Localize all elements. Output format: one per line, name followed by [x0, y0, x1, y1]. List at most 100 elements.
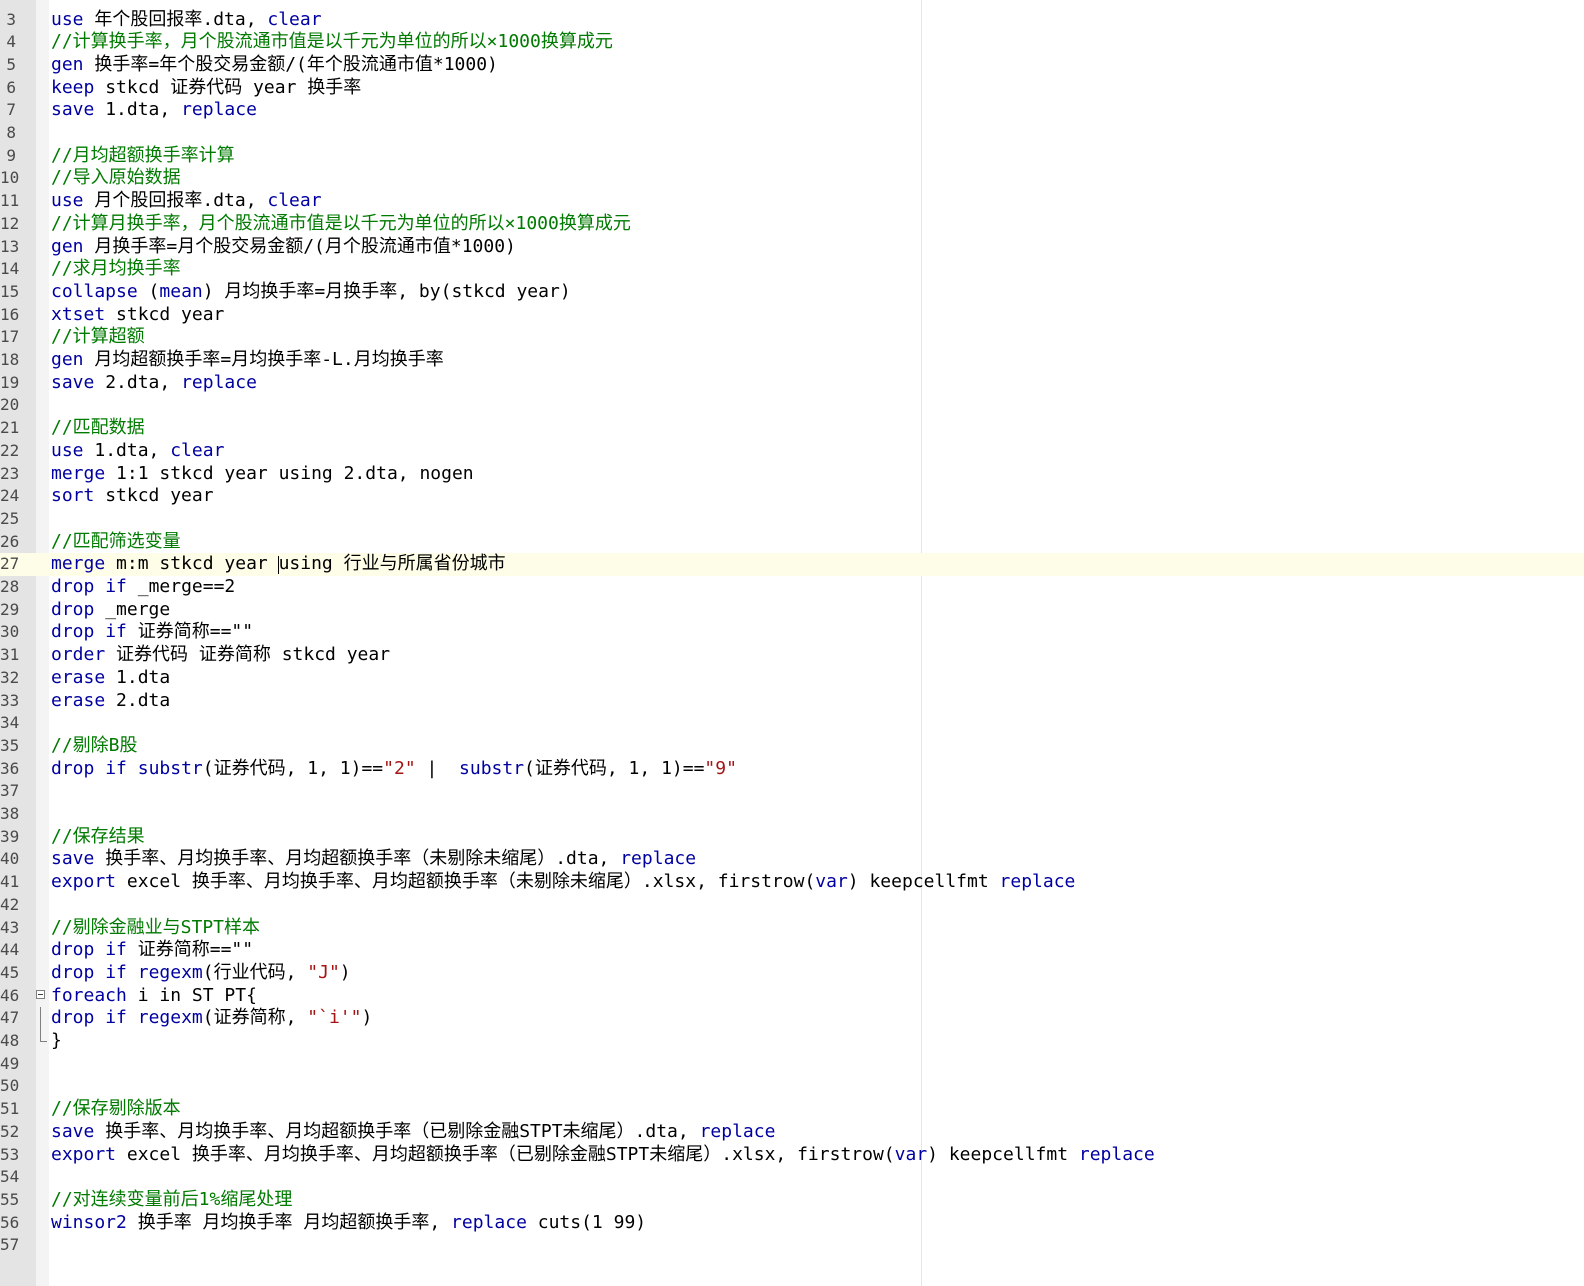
code-text[interactable]: foreach i in ST PT{ — [51, 985, 257, 1008]
code-line[interactable]: 32 erase 1.dta — [0, 667, 1584, 690]
code-text[interactable]: keep stkcd 证券代码 year 换手率 — [51, 77, 361, 100]
code-editor[interactable]: 3 use 年个股回报率.dta, clear 4 //计算换手率，月个股流通市值是以… — [0, 0, 1584, 1286]
code-line[interactable]: 11 use 月个股回报率.dta, clear — [0, 190, 1584, 213]
code-line[interactable]: 6 keep stkcd 证券代码 year 换手率 — [0, 77, 1584, 100]
code-line[interactable]: 31 order 证券代码 证券简称 stkcd year — [0, 644, 1584, 667]
code-text[interactable]: gen 月换手率=月个股交易金额/(月个股流通市值*1000) — [51, 236, 516, 259]
code-line[interactable]: 19 save 2.dta, replace — [0, 372, 1584, 395]
code-line[interactable]: 22 use 1.dta, clear — [0, 440, 1584, 463]
code-text[interactable]: drop if _merge==2 — [51, 576, 235, 599]
code-line[interactable]: 28 drop if _merge==2 — [0, 576, 1584, 599]
code-line[interactable]: 33 erase 2.dta — [0, 690, 1584, 713]
code-text[interactable]: //对连续变量前后1%缩尾处理 — [51, 1189, 292, 1212]
code-line[interactable]: 50 — [0, 1075, 1584, 1098]
code-line[interactable]: 26 //匹配筛选变量 — [0, 531, 1584, 554]
code-line[interactable]: 34 — [0, 712, 1584, 735]
code-line[interactable]: 4 //计算换手率，月个股流通市值是以千元为单位的所以×1000换算成元 — [0, 31, 1584, 54]
code-text[interactable]: export excel 换手率、月均换手率、月均超额换手率（已剔除金融STPT… — [51, 1144, 1155, 1167]
code-text[interactable]: use 年个股回报率.dta, clear — [51, 9, 322, 32]
code-text[interactable]: //月均超额换手率计算 — [51, 145, 235, 168]
code-text[interactable]: save 1.dta, replace — [51, 99, 257, 122]
code-text[interactable]: //求月均换手率 — [51, 258, 181, 281]
code-text[interactable]: winsor2 换手率 月均换手率 月均超额换手率, replace cuts(… — [51, 1212, 646, 1235]
code-text[interactable]: drop if 证券简称=="" — [51, 939, 253, 962]
code-line[interactable]: 25 — [0, 508, 1584, 531]
code-text[interactable]: drop if regexm(证券简称, "`i'") — [51, 1007, 372, 1030]
code-line[interactable]: 13 gen 月换手率=月个股交易金额/(月个股流通市值*1000) — [0, 236, 1584, 259]
code-line[interactable]: 18 gen 月均超额换手率=月均换手率-L.月均换手率 — [0, 349, 1584, 372]
code-line[interactable]: 3 use 年个股回报率.dta, clear — [0, 9, 1584, 32]
code-text[interactable]: //保存结果 — [51, 826, 145, 849]
code-line[interactable]: 37 — [0, 780, 1584, 803]
code-text[interactable]: xtset stkcd year — [51, 304, 224, 327]
code-text[interactable]: drop if substr(证券代码, 1, 1)=="2" | substr… — [51, 758, 737, 781]
code-line[interactable]: 17 //计算超额 — [0, 326, 1584, 349]
code-text[interactable]: //保存剔除版本 — [51, 1098, 181, 1121]
code-line[interactable]: 7 save 1.dta, replace — [0, 99, 1584, 122]
code-line[interactable]: 8 — [0, 122, 1584, 145]
code-line[interactable]: 40 save 换手率、月均换手率、月均超额换手率（未剔除未缩尾）.dta, re… — [0, 848, 1584, 871]
code-line[interactable]: 30 drop if 证券简称=="" — [0, 621, 1584, 644]
code-line[interactable]: 35 //剔除B股 — [0, 735, 1584, 758]
code-line[interactable]: 57 — [0, 1234, 1584, 1257]
code-text[interactable]: gen 月均超额换手率=月均换手率-L.月均换手率 — [51, 349, 444, 372]
code-text[interactable]: } — [51, 1030, 62, 1053]
code-line[interactable]: 52 save 换手率、月均换手率、月均超额换手率（已剔除金融STPT未缩尾）.d… — [0, 1121, 1584, 1144]
code-line[interactable]: 29 drop _merge — [0, 599, 1584, 622]
code-line[interactable]: 10 //导入原始数据 — [0, 167, 1584, 190]
code-line[interactable]: 55 //对连续变量前后1%缩尾处理 — [0, 1189, 1584, 1212]
code-line[interactable]: 45 drop if regexm(行业代码, "J") — [0, 962, 1584, 985]
code-text[interactable]: //计算月换手率，月个股流通市值是以千元为单位的所以×1000换算成元 — [51, 213, 631, 236]
code-line[interactable]: 36 drop if substr(证券代码, 1, 1)=="2" | subs… — [0, 758, 1584, 781]
code-line[interactable]: 16 xtset stkcd year — [0, 304, 1584, 327]
code-line[interactable]: 20 — [0, 394, 1584, 417]
code-text[interactable]: gen 换手率=年个股交易金额/(年个股流通市值*1000) — [51, 54, 498, 77]
code-line[interactable]: 27 merge m:m stkcd year using 行业与所属省份城市 — [0, 553, 1584, 576]
code-line[interactable]: 51 //保存剔除版本 — [0, 1098, 1584, 1121]
code-text[interactable]: collapse (mean) 月均换手率=月换手率, by(stkcd yea… — [51, 281, 571, 304]
code-text[interactable]: //剔除金融业与STPT样本 — [51, 917, 260, 940]
code-text[interactable]: //匹配筛选变量 — [51, 531, 181, 554]
code-text[interactable]: order 证券代码 证券简称 stkcd year — [51, 644, 390, 667]
code-text[interactable]: erase 1.dta — [51, 667, 170, 690]
code-line[interactable]: 46 foreach i in ST PT{ — [0, 985, 1584, 1008]
code-line[interactable]: 42 — [0, 894, 1584, 917]
code-text[interactable]: merge 1:1 stkcd year using 2.dta, nogen — [51, 463, 474, 486]
code-text[interactable]: use 月个股回报率.dta, clear — [51, 190, 322, 213]
code-line[interactable]: 48} — [0, 1030, 1584, 1053]
code-text[interactable]: save 换手率、月均换手率、月均超额换手率（未剔除未缩尾）.dta, repl… — [51, 848, 696, 871]
code-text[interactable]: drop if regexm(行业代码, "J") — [51, 962, 351, 985]
code-text[interactable]: drop if 证券简称=="" — [51, 621, 253, 644]
code-line[interactable]: 21 //匹配数据 — [0, 417, 1584, 440]
code-text[interactable]: //计算换手率，月个股流通市值是以千元为单位的所以×1000换算成元 — [51, 31, 613, 54]
code-text[interactable]: //匹配数据 — [51, 417, 145, 440]
code-line[interactable]: 5 gen 换手率=年个股交易金额/(年个股流通市值*1000) — [0, 54, 1584, 77]
code-line[interactable]: 47 drop if regexm(证券简称, "`i'") — [0, 1007, 1584, 1030]
code-text[interactable]: save 换手率、月均换手率、月均超额换手率（已剔除金融STPT未缩尾）.dta… — [51, 1121, 775, 1144]
code-line[interactable]: 49 — [0, 1053, 1584, 1076]
code-text[interactable]: drop _merge — [51, 599, 170, 622]
code-line[interactable]: 44 drop if 证券简称=="" — [0, 939, 1584, 962]
code-line[interactable]: 9 //月均超额换手率计算 — [0, 145, 1584, 168]
code-line[interactable]: 56 winsor2 换手率 月均换手率 月均超额换手率, replace cut… — [0, 1212, 1584, 1235]
code-text[interactable]: sort stkcd year — [51, 485, 214, 508]
code-line[interactable]: 23 merge 1:1 stkcd year using 2.dta, noge… — [0, 463, 1584, 486]
code-line[interactable]: 43 //剔除金融业与STPT样本 — [0, 917, 1584, 940]
code-line[interactable]: 24 sort stkcd year — [0, 485, 1584, 508]
code-line[interactable]: 39 //保存结果 — [0, 826, 1584, 849]
code-text[interactable]: erase 2.dta — [51, 690, 170, 713]
code-text[interactable]: save 2.dta, replace — [51, 372, 257, 395]
code-text[interactable]: //计算超额 — [51, 326, 145, 349]
code-line[interactable]: 53 export excel 换手率、月均换手率、月均超额换手率（已剔除金融ST… — [0, 1144, 1584, 1167]
code-text[interactable]: //导入原始数据 — [51, 167, 181, 190]
code-line[interactable]: 12 //计算月换手率，月个股流通市值是以千元为单位的所以×1000换算成元 — [0, 213, 1584, 236]
code-text[interactable]: //剔除B股 — [51, 735, 138, 758]
code-line[interactable]: 54 — [0, 1166, 1584, 1189]
code-line[interactable]: 41 export excel 换手率、月均换手率、月均超额换手率（未剔除未缩尾）… — [0, 871, 1584, 894]
code-text[interactable]: use 1.dta, clear — [51, 440, 224, 463]
code-line[interactable]: 14 //求月均换手率 — [0, 258, 1584, 281]
fold-toggle-icon[interactable] — [36, 989, 45, 999]
code-text[interactable]: export excel 换手率、月均换手率、月均超额换手率（未剔除未缩尾）.x… — [51, 871, 1075, 894]
code-line[interactable]: 15 collapse (mean) 月均换手率=月换手率, by(stkcd y… — [0, 281, 1584, 304]
code-line[interactable]: 38 — [0, 803, 1584, 826]
